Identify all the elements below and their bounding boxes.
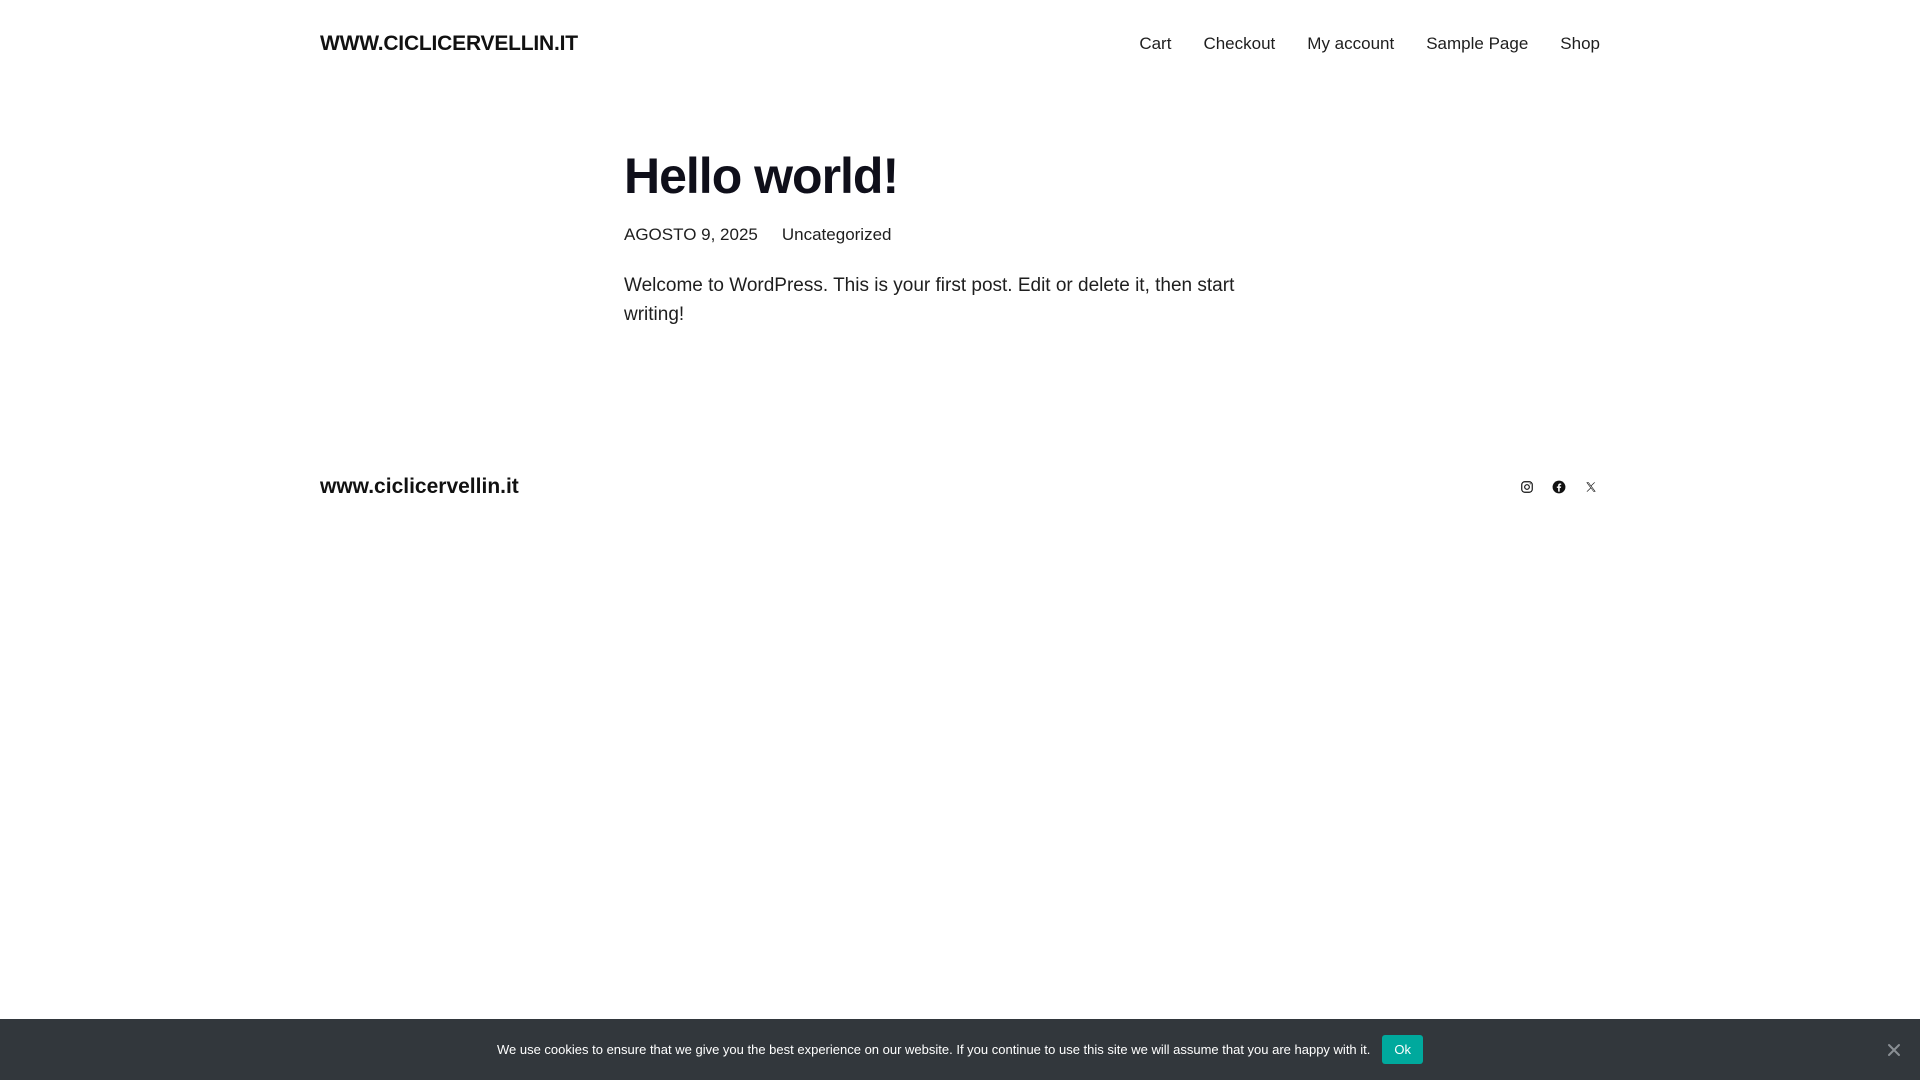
- social-links: [1518, 478, 1600, 496]
- x-link[interactable]: [1582, 478, 1600, 496]
- cookie-notice-bar: We use cookies to ensure that we give yo…: [0, 1019, 1920, 1080]
- cookie-accept-button[interactable]: Ok: [1382, 1035, 1424, 1064]
- page: WWW.CICLICERVELLIN.IT Cart Checkout My a…: [0, 0, 1920, 1080]
- nav-item-checkout[interactable]: Checkout: [1203, 34, 1275, 54]
- cookie-close-button[interactable]: [1884, 1040, 1904, 1060]
- main-navigation: Cart Checkout My account Sample Page Sho…: [1139, 34, 1600, 54]
- nav-item-my-account[interactable]: My account: [1307, 34, 1394, 54]
- post-date: AGOSTO 9, 2025: [624, 224, 758, 244]
- facebook-icon: [1552, 480, 1566, 494]
- instagram-icon: [1521, 481, 1533, 493]
- site-header: WWW.CICLICERVELLIN.IT Cart Checkout My a…: [320, 28, 1600, 60]
- footer-site-title-link[interactable]: www.ciclicervellin.it: [320, 475, 519, 499]
- site-title-link[interactable]: WWW.CICLICERVELLIN.IT: [320, 32, 578, 56]
- instagram-link[interactable]: [1518, 478, 1536, 496]
- facebook-link[interactable]: [1550, 478, 1568, 496]
- post: Hello world! AGOSTO 9, 2025 Uncategorize…: [624, 150, 1264, 329]
- post-meta: AGOSTO 9, 2025 Uncategorized: [624, 225, 1264, 245]
- nav-item-sample-page[interactable]: Sample Page: [1426, 34, 1528, 54]
- post-title: Hello world!: [624, 148, 899, 204]
- site-footer: www.ciclicervellin.it: [320, 472, 1600, 502]
- post-category-link[interactable]: Uncategorized: [782, 225, 892, 245]
- x-icon: [1586, 482, 1596, 492]
- nav-item-shop[interactable]: Shop: [1560, 34, 1600, 54]
- close-icon: [1888, 1043, 1900, 1056]
- cookie-notice-text: We use cookies to ensure that we give yo…: [496, 1042, 1371, 1057]
- post-content: Welcome to WordPress. This is your first…: [624, 274, 1235, 325]
- nav-item-cart[interactable]: Cart: [1139, 34, 1171, 54]
